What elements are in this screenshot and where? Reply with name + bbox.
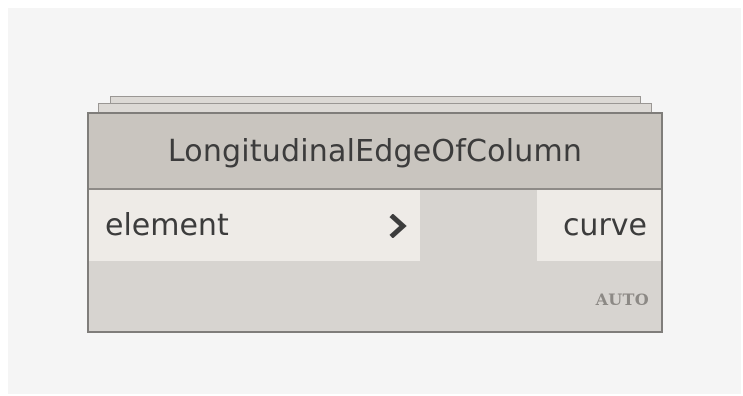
- node-title: LongitudinalEdgeOfColumn: [167, 133, 583, 169]
- input-port-element[interactable]: element: [89, 190, 420, 261]
- port-row: element curve: [89, 190, 661, 261]
- chevron-right-icon: [389, 214, 407, 238]
- node-header[interactable]: LongitudinalEdgeOfColumn: [89, 114, 661, 190]
- input-port-label: element: [105, 208, 229, 243]
- canvas: LongitudinalEdgeOfColumn element curve A…: [0, 0, 743, 396]
- dynamo-node[interactable]: LongitudinalEdgeOfColumn element curve A…: [87, 112, 663, 333]
- output-port-curve[interactable]: curve: [537, 190, 661, 261]
- output-port-label: curve: [562, 208, 647, 243]
- lacing-badge[interactable]: AUTO: [596, 290, 649, 309]
